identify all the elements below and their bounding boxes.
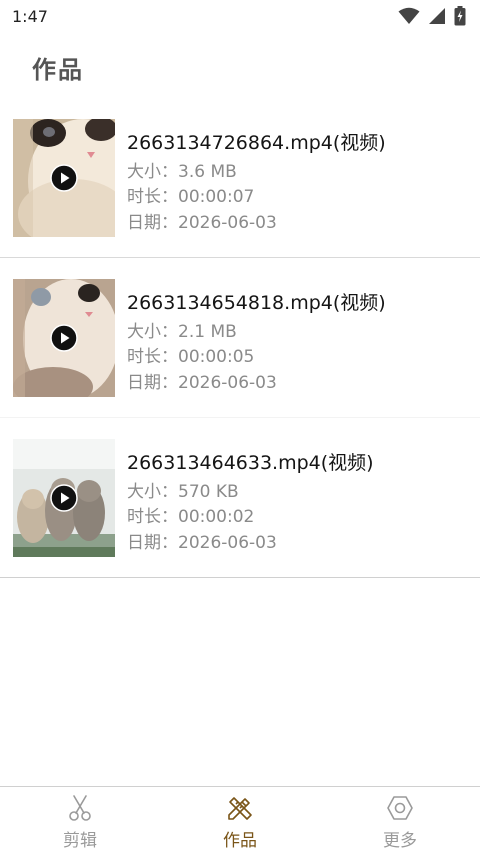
play-icon	[50, 324, 78, 352]
signal-icon	[429, 8, 445, 24]
video-size: 大小：2.1 MB	[127, 322, 237, 342]
bottom-navigation: 剪辑 作品 更多	[0, 786, 480, 853]
tab-more[interactable]: 更多	[320, 787, 480, 853]
video-date: 日期：2026-06-03	[127, 533, 277, 553]
video-size: 大小：3.6 MB	[127, 162, 237, 182]
video-thumbnail[interactable]	[13, 439, 115, 557]
video-thumbnail[interactable]	[13, 119, 115, 237]
work-list-item[interactable]: 2663134654818.mp4(视频) 大小：2.1 MB 时长：00:00…	[0, 258, 480, 418]
play-icon	[50, 484, 78, 512]
tab-more-label: 更多	[383, 831, 417, 851]
works-list: 2663134726864.mp4(视频) 大小：3.6 MB 时长：00:00…	[0, 98, 480, 578]
page-title: 作品	[32, 56, 84, 84]
pencil-ruler-icon	[228, 797, 252, 820]
video-size: 大小：570 KB	[127, 482, 239, 502]
video-thumbnail[interactable]	[13, 279, 115, 397]
app-screen: 1:47 作品 2663134726864.mp4(视频) 大小：3.6 MB …	[0, 0, 480, 853]
video-duration: 时长：00:00:02	[127, 507, 255, 527]
play-icon	[50, 164, 78, 192]
tab-edit[interactable]: 剪辑	[0, 787, 160, 853]
status-icons	[398, 6, 466, 26]
battery-icon	[454, 6, 466, 26]
video-file-name: 266313464633.mp4(视频)	[127, 452, 374, 474]
hexagon-settings-icon	[387, 796, 413, 820]
work-list-item[interactable]: 2663134726864.mp4(视频) 大小：3.6 MB 时长：00:00…	[0, 98, 480, 258]
video-date: 日期：2026-06-03	[127, 373, 277, 393]
status-time: 1:47	[12, 6, 48, 26]
work-list-item[interactable]: 266313464633.mp4(视频) 大小：570 KB 时长：00:00:…	[0, 418, 480, 578]
video-file-name: 2663134726864.mp4(视频)	[127, 132, 386, 154]
video-duration: 时长：00:00:07	[127, 187, 255, 207]
tab-works[interactable]: 作品	[160, 787, 320, 853]
status-bar: 1:47	[0, 0, 480, 32]
video-date: 日期：2026-06-03	[127, 213, 277, 233]
video-file-name: 2663134654818.mp4(视频)	[127, 292, 386, 314]
tab-edit-label: 剪辑	[63, 831, 97, 851]
video-duration: 时长：00:00:05	[127, 347, 255, 367]
tab-works-label: 作品	[223, 831, 257, 851]
scissors-icon	[69, 795, 91, 821]
wifi-icon	[398, 7, 420, 24]
